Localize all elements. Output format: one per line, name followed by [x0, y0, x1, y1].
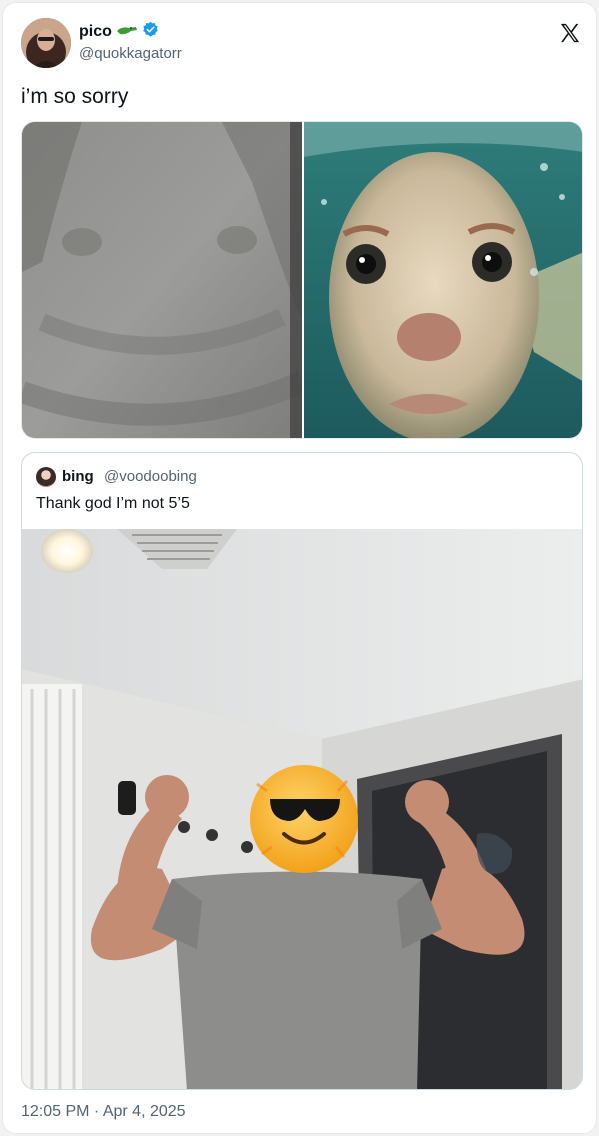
quoted-author-name[interactable]: bing [62, 468, 94, 485]
tweet-text: i’m so sorry [21, 85, 129, 108]
author-name-row[interactable]: pico [79, 21, 159, 43]
verified-badge-icon [142, 21, 159, 43]
author-avatar[interactable] [21, 18, 71, 68]
avatar-photo [21, 18, 71, 68]
author-handle[interactable]: @quokkagatorr [79, 45, 182, 62]
quoted-author-avatar[interactable] [36, 467, 56, 487]
media-grid [21, 121, 583, 439]
quoted-tweet[interactable]: bing @voodoobing Thank god I’m not 5’5 [21, 452, 583, 1090]
shirt-photo[interactable] [22, 122, 307, 438]
flexing-mirror-photo[interactable] [22, 529, 582, 1089]
x-logo-icon[interactable] [559, 22, 581, 44]
quoted-tweet-text: Thank god I’m not 5’5 [36, 495, 190, 512]
fish-face-photo[interactable] [304, 122, 582, 438]
quoted-author-handle[interactable]: @voodoobing [104, 468, 197, 485]
tweet-timestamp[interactable]: 12:05 PM · Apr 4, 2025 [21, 1103, 186, 1121]
crocodile-emoji-icon [116, 23, 138, 42]
author-display-name[interactable]: pico [79, 23, 112, 41]
tweet-card: pico @quokkagatorr i’m so sorry bing @vo… [2, 2, 597, 1134]
